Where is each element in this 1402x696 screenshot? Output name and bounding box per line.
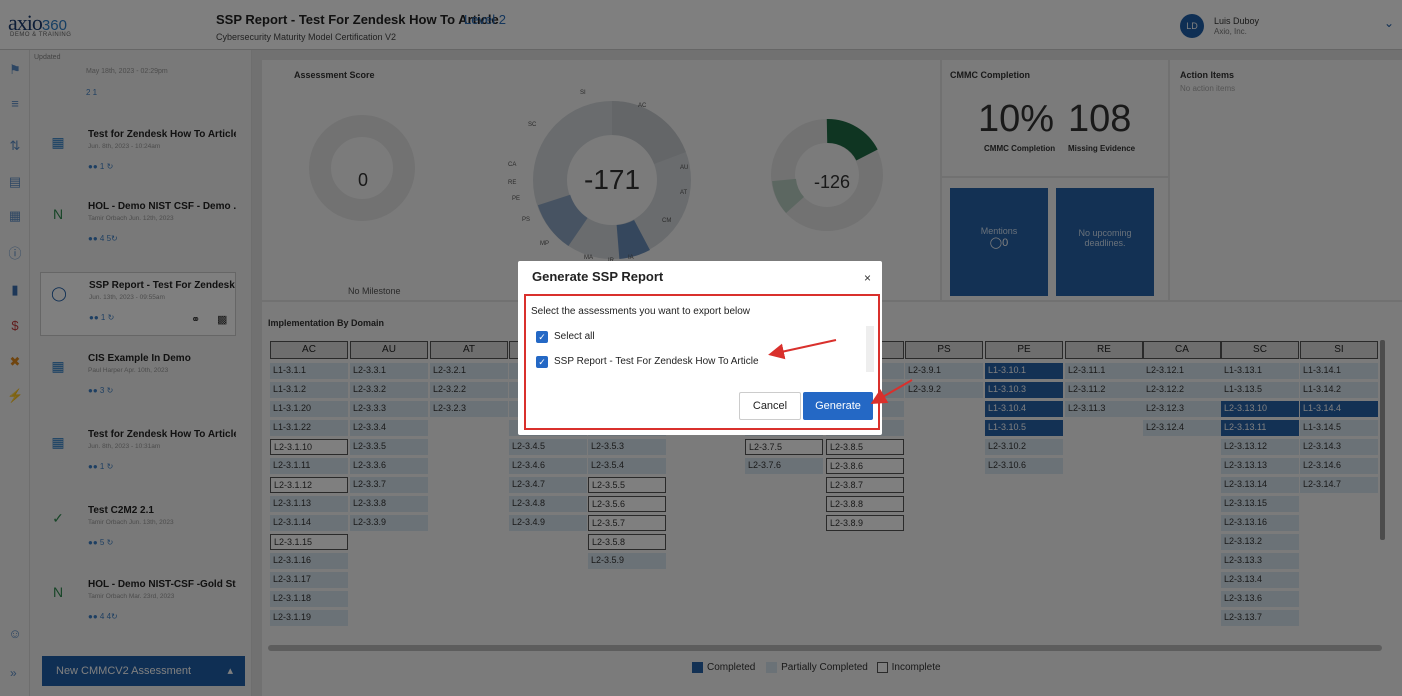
arrow-to-option	[768, 339, 837, 360]
annotation-arrows	[768, 339, 913, 405]
arrow-to-generate	[870, 379, 913, 405]
